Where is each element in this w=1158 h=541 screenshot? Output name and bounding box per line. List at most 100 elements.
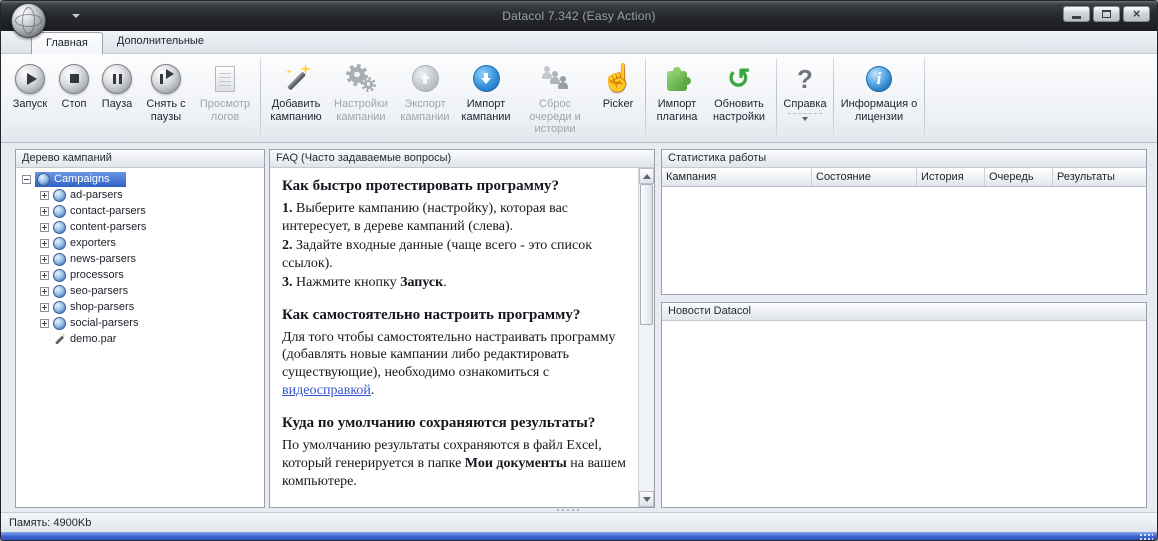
tree-node-news-parsers[interactable]: news-parsers (16, 251, 264, 267)
scroll-thumb[interactable] (640, 184, 653, 326)
minimize-button[interactable] (1063, 6, 1090, 22)
run-button[interactable]: Запуск (7, 56, 53, 140)
import-campaign-button[interactable]: Импорт кампании (456, 56, 516, 140)
faq-step-1-text: Выберите кампанию (настройку), которая в… (282, 201, 569, 234)
tree-node-label: contact-parsers (70, 205, 146, 217)
memory-status: Память: 4900Kb (9, 516, 92, 529)
stop-button[interactable]: Стоп (53, 56, 95, 140)
stop-icon (59, 60, 89, 97)
scroll-up-icon (642, 173, 651, 179)
statistics-table-body (662, 187, 1146, 294)
news-body (662, 321, 1146, 507)
expand-expander-icon[interactable] (40, 270, 49, 280)
expand-expander-icon[interactable] (40, 206, 49, 216)
work-statistics-panel-title: Статистика работы (662, 150, 1146, 168)
tree-node-demo-par[interactable]: demo.par (16, 331, 264, 347)
log-document-icon (215, 60, 235, 97)
pause-button[interactable]: Пауза (95, 56, 139, 140)
tree-node-label: demo.par (70, 333, 117, 345)
tab-glavnaya[interactable]: Главная (31, 32, 103, 54)
expand-expander-icon[interactable] (40, 238, 49, 248)
faq-step-3-num: 3. (282, 274, 293, 290)
tree-node-processors[interactable]: processors (16, 267, 264, 283)
license-info-button[interactable]: i Информация о лицензии (837, 56, 921, 140)
tree-node-label: seo-parsers (70, 285, 129, 297)
scroll-up-button[interactable] (639, 168, 654, 184)
expand-expander-icon[interactable] (40, 222, 49, 232)
scroll-track[interactable] (639, 184, 654, 491)
tree-node-contact-parsers[interactable]: contact-parsers (16, 203, 264, 219)
queue-people-icon (539, 60, 571, 97)
splitter-grip[interactable] (557, 509, 579, 511)
app-menu-globe-icon[interactable] (11, 3, 46, 38)
video-help-link[interactable]: видеосправкой (282, 383, 371, 398)
resize-grip[interactable] (1139, 533, 1153, 540)
campaign-tree-panel: Дерево кампаний Campaigns ad-parsers con… (15, 149, 265, 508)
faq-answer-3-bold: Мои документы (464, 456, 567, 472)
scroll-down-button[interactable] (639, 491, 654, 507)
tree-node-ad-parsers[interactable]: ad-parsers (16, 187, 264, 203)
info-icon: i (866, 60, 892, 97)
picker-button-label: Picker (602, 98, 634, 110)
faq-step-1: 1. Выберите кампанию (настройку), котора… (282, 200, 628, 236)
faq-question-2: Как самостоятельно настроить программу? (282, 306, 581, 323)
refresh-arrow-icon: ↻ (727, 62, 751, 94)
tree-node-label: exporters (70, 237, 116, 249)
import-campaign-button-label: Импорт кампании (461, 98, 511, 123)
tree-node-campaigns[interactable]: Campaigns (16, 171, 264, 187)
faq-question-3: Куда по умолчанию сохраняются результаты… (282, 415, 596, 432)
import-plugin-button[interactable]: Импорт плагина (649, 56, 705, 140)
tree-node-social-parsers[interactable]: social-parsers (16, 315, 264, 331)
tree-node-content-parsers[interactable]: content-parsers (16, 219, 264, 235)
chevron-down-icon[interactable] (802, 116, 808, 121)
picker-button[interactable]: ☝ Picker (594, 56, 642, 140)
workspace: Дерево кампаний Campaigns ad-parsers con… (1, 143, 1157, 512)
close-button[interactable]: × (1123, 6, 1150, 22)
news-panel: Новости Datacol (661, 302, 1147, 508)
pause-button-label: Пауза (101, 98, 133, 110)
campaign-settings-button-label: Настройки кампании (334, 98, 388, 123)
window-title: Datacol 7.342 (Easy Action) (502, 9, 656, 23)
campaign-node-icon (53, 316, 66, 330)
pause-icon (102, 60, 132, 97)
help-button[interactable]: ? Справка (780, 56, 830, 140)
import-plugin-button-label: Импорт плагина (656, 98, 698, 123)
column-header-state[interactable]: Состояние (812, 168, 917, 186)
tree-node-label: Campaigns (54, 173, 110, 185)
faq-step-2-text: Задайте входные данные (чаще всего - это… (282, 237, 592, 271)
tab-dopolnitelnye[interactable]: Дополнительные (103, 31, 218, 53)
faq-step-3-end: . (443, 274, 447, 290)
campaign-node-icon (53, 236, 66, 250)
window-controls: × (1063, 6, 1150, 22)
titlebar: Datacol 7.342 (Easy Action) × (1, 1, 1157, 31)
resume-button[interactable]: Снять с паузы (139, 56, 193, 140)
tree-node-shop-parsers[interactable]: shop-parsers (16, 299, 264, 315)
faq-step-2: 2. Задайте входные данные (чаще всего - … (282, 237, 628, 273)
refresh-settings-button[interactable]: ↻ Обновить настройки (705, 56, 773, 140)
column-header-results[interactable]: Результаты (1053, 168, 1146, 186)
faq-scrollbar[interactable] (638, 168, 654, 507)
expand-expander-icon[interactable] (40, 190, 49, 200)
add-campaign-button[interactable]: Добавить кампанию (264, 56, 328, 140)
faq-answer-3: По умолчанию результаты сохраняются в фа… (282, 437, 628, 491)
column-header-queue[interactable]: Очередь (985, 168, 1053, 186)
campaign-file-wand-icon (53, 333, 66, 346)
toolbar-separator (260, 58, 261, 138)
collapse-expander-icon[interactable] (22, 174, 31, 184)
expand-expander-icon[interactable] (40, 254, 49, 264)
campaign-node-icon (53, 284, 66, 298)
tree-node-exporters[interactable]: exporters (16, 235, 264, 251)
hand-pointer-icon: ☝ (601, 63, 635, 93)
column-header-history[interactable]: История (917, 168, 985, 186)
ribbon-toolbar: Запуск Стоп Пауза Снять с паузы Просмотр… (1, 54, 1157, 143)
question-mark-icon: ? (797, 63, 813, 94)
expand-expander-icon[interactable] (40, 302, 49, 312)
maximize-button[interactable] (1093, 6, 1120, 22)
split-button-divider (788, 112, 822, 114)
maximize-icon (1102, 10, 1111, 18)
tree-node-seo-parsers[interactable]: seo-parsers (16, 283, 264, 299)
expand-expander-icon[interactable] (40, 318, 49, 328)
quick-access-caret-icon[interactable] (72, 14, 80, 18)
column-header-campaign[interactable]: Кампания (662, 168, 812, 186)
expand-expander-icon[interactable] (40, 286, 49, 296)
